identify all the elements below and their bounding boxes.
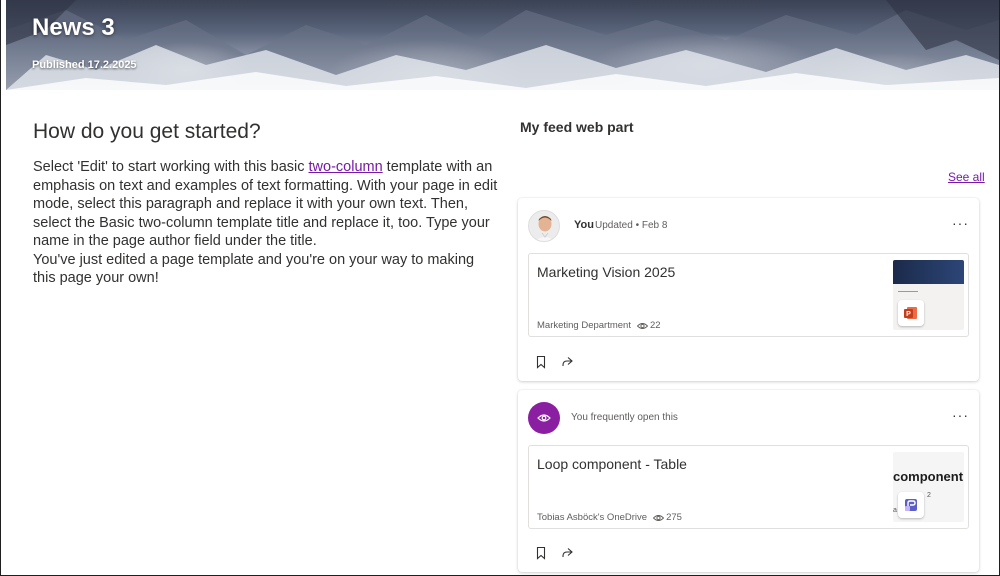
eye-icon xyxy=(653,514,665,521)
person-photo-icon xyxy=(529,211,559,241)
hero-banner: News 3 Published 17.2.2025 xyxy=(6,0,999,90)
page-title: News 3 xyxy=(32,14,115,41)
file-type-badge xyxy=(898,492,924,518)
two-column-link[interactable]: two-column xyxy=(309,159,383,175)
share-icon[interactable] xyxy=(560,546,574,560)
slide-header-strip xyxy=(893,260,964,284)
powerpoint-icon: P xyxy=(904,307,917,319)
card-actions xyxy=(534,546,574,560)
document-title[interactable]: Marketing Vision 2025 xyxy=(537,264,675,280)
svg-text:P: P xyxy=(906,311,911,318)
paragraph-text: Select 'Edit' to start working with this… xyxy=(33,159,309,175)
feed-card: You frequently open this ··· Loop compon… xyxy=(518,390,979,572)
more-options-icon[interactable]: ··· xyxy=(952,215,969,231)
card-meta: You frequently open this xyxy=(571,412,678,423)
document-source-line: Marketing Department 22 xyxy=(537,320,661,331)
view-count-value: 22 xyxy=(649,320,661,331)
slide-divider xyxy=(898,291,918,292)
card-author[interactable]: You xyxy=(574,219,594,231)
card-meta: Updated • Feb 8 xyxy=(595,220,668,231)
share-icon[interactable] xyxy=(560,355,574,369)
thumbnail-text: component - xyxy=(893,469,964,484)
article-paragraph-1: Select 'Edit' to start working with this… xyxy=(33,158,498,251)
eye-icon xyxy=(636,322,648,329)
view-count-value: 275 xyxy=(666,512,682,523)
document-tile[interactable]: Loop component - Table Tobias Asböck's O… xyxy=(528,445,969,529)
card-header: You Updated • Feb 8 ··· xyxy=(528,210,969,242)
thumbnail-text: a xyxy=(893,507,897,514)
activity-badge xyxy=(528,402,560,434)
see-all-link[interactable]: See all xyxy=(948,170,985,184)
document-source: Tobias Asböck's OneDrive xyxy=(537,512,648,523)
article-paragraph-2: You've just edited a page template and y… xyxy=(33,251,475,287)
view-count: 22 xyxy=(636,320,661,331)
document-source: Marketing Department xyxy=(537,320,631,331)
feed-title: My feed web part xyxy=(520,119,634,135)
file-type-badge: P xyxy=(898,300,924,326)
thumbnail-text: 2 xyxy=(927,492,931,499)
card-header: You frequently open this ··· xyxy=(528,402,969,434)
more-options-icon[interactable]: ··· xyxy=(952,407,969,423)
document-tile[interactable]: Marketing Vision 2025 Marketing Departme… xyxy=(528,253,969,337)
loop-icon xyxy=(905,499,917,511)
bookmark-icon[interactable] xyxy=(534,355,548,369)
article-body: Select 'Edit' to start working with this… xyxy=(33,158,498,288)
mountain-scenery xyxy=(6,0,999,90)
bookmark-icon[interactable] xyxy=(534,546,548,560)
document-thumbnail: component - 2 a xyxy=(893,452,964,522)
document-source-line: Tobias Asböck's OneDrive 275 xyxy=(537,512,682,523)
document-thumbnail: P xyxy=(893,260,964,330)
view-count: 275 xyxy=(653,512,682,523)
document-title[interactable]: Loop component - Table xyxy=(537,456,687,472)
article-heading: How do you get started? xyxy=(33,120,261,143)
eye-icon xyxy=(537,414,551,422)
card-actions xyxy=(534,355,574,369)
published-date: Published 17.2.2025 xyxy=(32,59,137,71)
feed-card: You Updated • Feb 8 ··· Marketing Vision… xyxy=(518,198,979,381)
avatar[interactable] xyxy=(528,210,560,242)
